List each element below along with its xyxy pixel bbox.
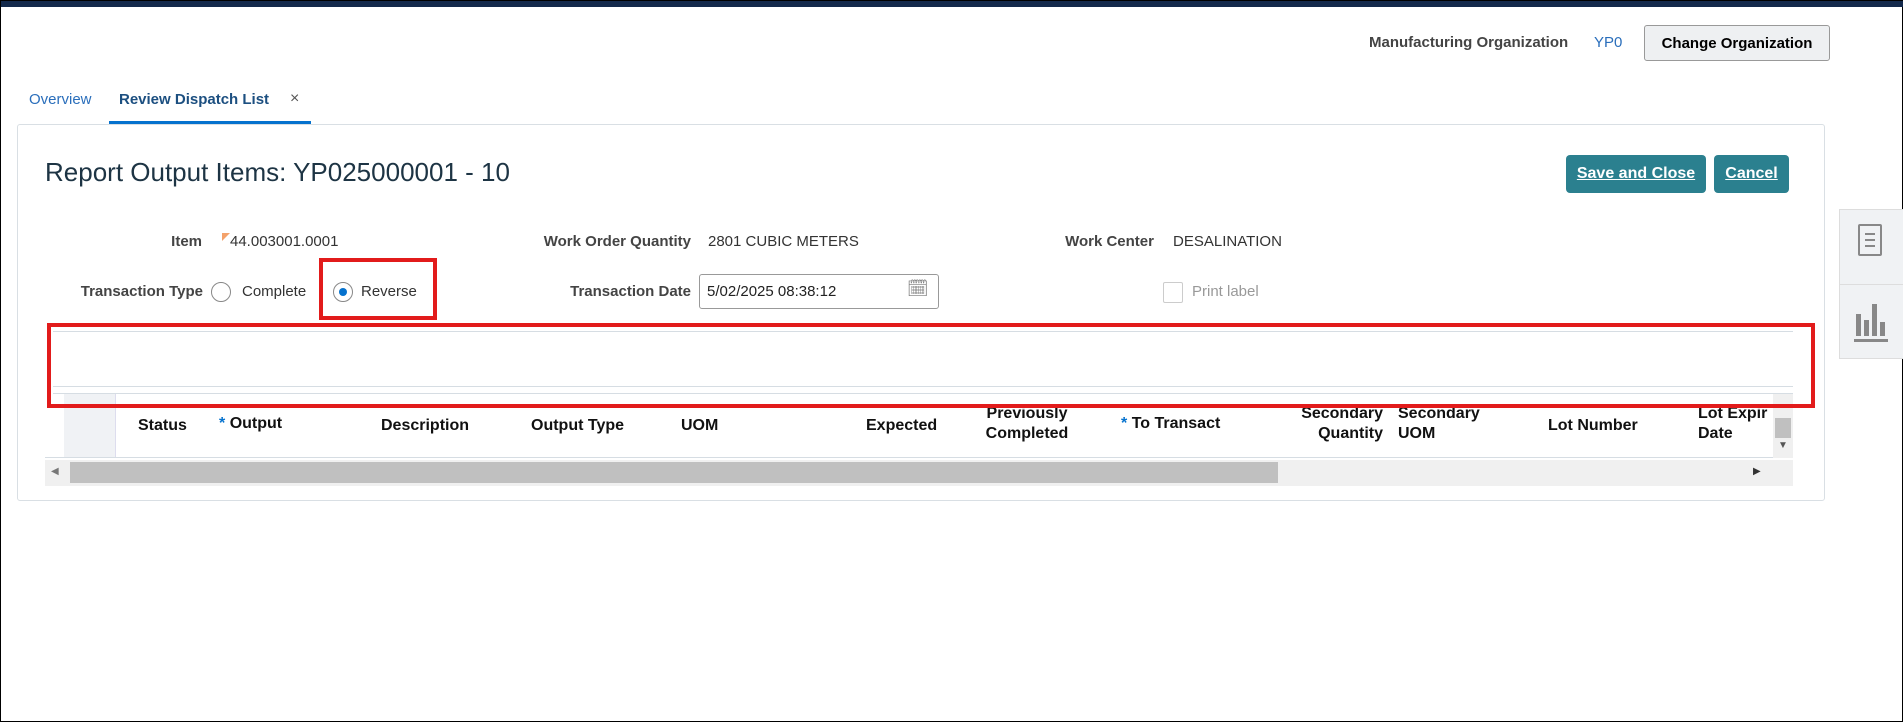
change-indicator-icon — [222, 233, 230, 241]
col-secondary-uom[interactable]: Secondary UOM — [1398, 404, 1480, 444]
col-label-line: Quantity — [1318, 425, 1383, 442]
scroll-down-arrow-icon[interactable]: ▼ — [1778, 440, 1788, 451]
close-tab-icon[interactable]: × — [290, 90, 299, 108]
vertical-scroll-thumb[interactable] — [1775, 418, 1791, 438]
work-order-quantity-label: Work Order Quantity — [543, 233, 691, 250]
required-icon: * — [1121, 415, 1128, 432]
required-icon: * — [219, 415, 226, 432]
col-label-line: Completed — [985, 425, 1069, 442]
change-organization-button[interactable]: Change Organization — [1644, 25, 1830, 61]
tab-review-dispatch-list[interactable]: Review Dispatch List — [119, 91, 269, 108]
col-lot-expiration-date[interactable]: Lot Expir Date — [1698, 404, 1773, 444]
highlight-box-table-toolbar — [47, 323, 1815, 408]
org-label: Manufacturing Organization — [1369, 34, 1569, 51]
scroll-left-arrow-icon[interactable]: ◀ — [51, 466, 59, 477]
top-bar — [1, 1, 1903, 7]
col-output[interactable]: * Output — [219, 414, 282, 434]
col-lot-number[interactable]: Lot Number — [1548, 416, 1638, 436]
transaction-type-label: Transaction Type — [80, 283, 203, 300]
col-secondary-quantity[interactable]: Secondary Quantity — [1283, 404, 1383, 444]
radio-complete[interactable] — [211, 282, 231, 302]
side-divider — [1840, 284, 1903, 285]
cancel-button[interactable]: Cancel — [1714, 155, 1789, 193]
item-label: Item — [171, 233, 202, 250]
work-center-value: DESALINATION — [1173, 233, 1282, 250]
col-label-line: Date — [1698, 425, 1733, 442]
tab-overview[interactable]: Overview — [29, 91, 92, 108]
work-order-quantity-value: 2801 CUBIC METERS — [708, 233, 859, 250]
horizontal-scroll-thumb[interactable] — [70, 462, 1278, 483]
side-panel — [1839, 209, 1903, 359]
transaction-date-input[interactable]: 5/02/2025 08:38:12 — [699, 274, 939, 309]
bar-chart-icon[interactable] — [1854, 302, 1888, 342]
org-value: YP0 — [1594, 34, 1623, 51]
radio-complete-label[interactable]: Complete — [242, 283, 306, 300]
horizontal-scrollbar[interactable]: ◀ ▶ — [45, 460, 1793, 486]
col-label-line: UOM — [1398, 425, 1436, 442]
save-and-close-button[interactable]: Save and Close — [1566, 155, 1706, 193]
document-icon[interactable] — [1858, 224, 1882, 256]
col-previously-completed[interactable]: Previously Completed — [981, 404, 1073, 444]
header-bottom-border — [45, 457, 1793, 458]
transaction-date-label: Transaction Date — [570, 283, 691, 300]
print-label-checkbox[interactable] — [1163, 282, 1183, 303]
col-output-label: Output — [229, 415, 283, 432]
col-description[interactable]: Description — [381, 416, 469, 436]
radio-reverse-label[interactable]: Reverse — [361, 283, 417, 300]
col-to-transact-label: To Transact — [1131, 415, 1221, 432]
print-label-text: Print label — [1192, 283, 1259, 300]
work-center-label: Work Center — [1065, 233, 1154, 250]
page-title: Report Output Items: YP025000001 - 10 — [45, 157, 510, 187]
col-output-type[interactable]: Output Type — [531, 416, 624, 436]
col-to-transact[interactable]: * To Transact — [1121, 414, 1220, 434]
item-value[interactable]: 44.003001.0001 — [230, 233, 338, 250]
col-uom[interactable]: UOM — [681, 416, 718, 436]
radio-reverse[interactable] — [333, 282, 353, 302]
scroll-right-arrow-icon[interactable]: ▶ — [1753, 466, 1761, 477]
calendar-clock-icon[interactable]: 🗓 — [907, 279, 929, 299]
col-expected[interactable]: Expected — [866, 416, 937, 436]
col-status[interactable]: Status — [138, 416, 187, 436]
